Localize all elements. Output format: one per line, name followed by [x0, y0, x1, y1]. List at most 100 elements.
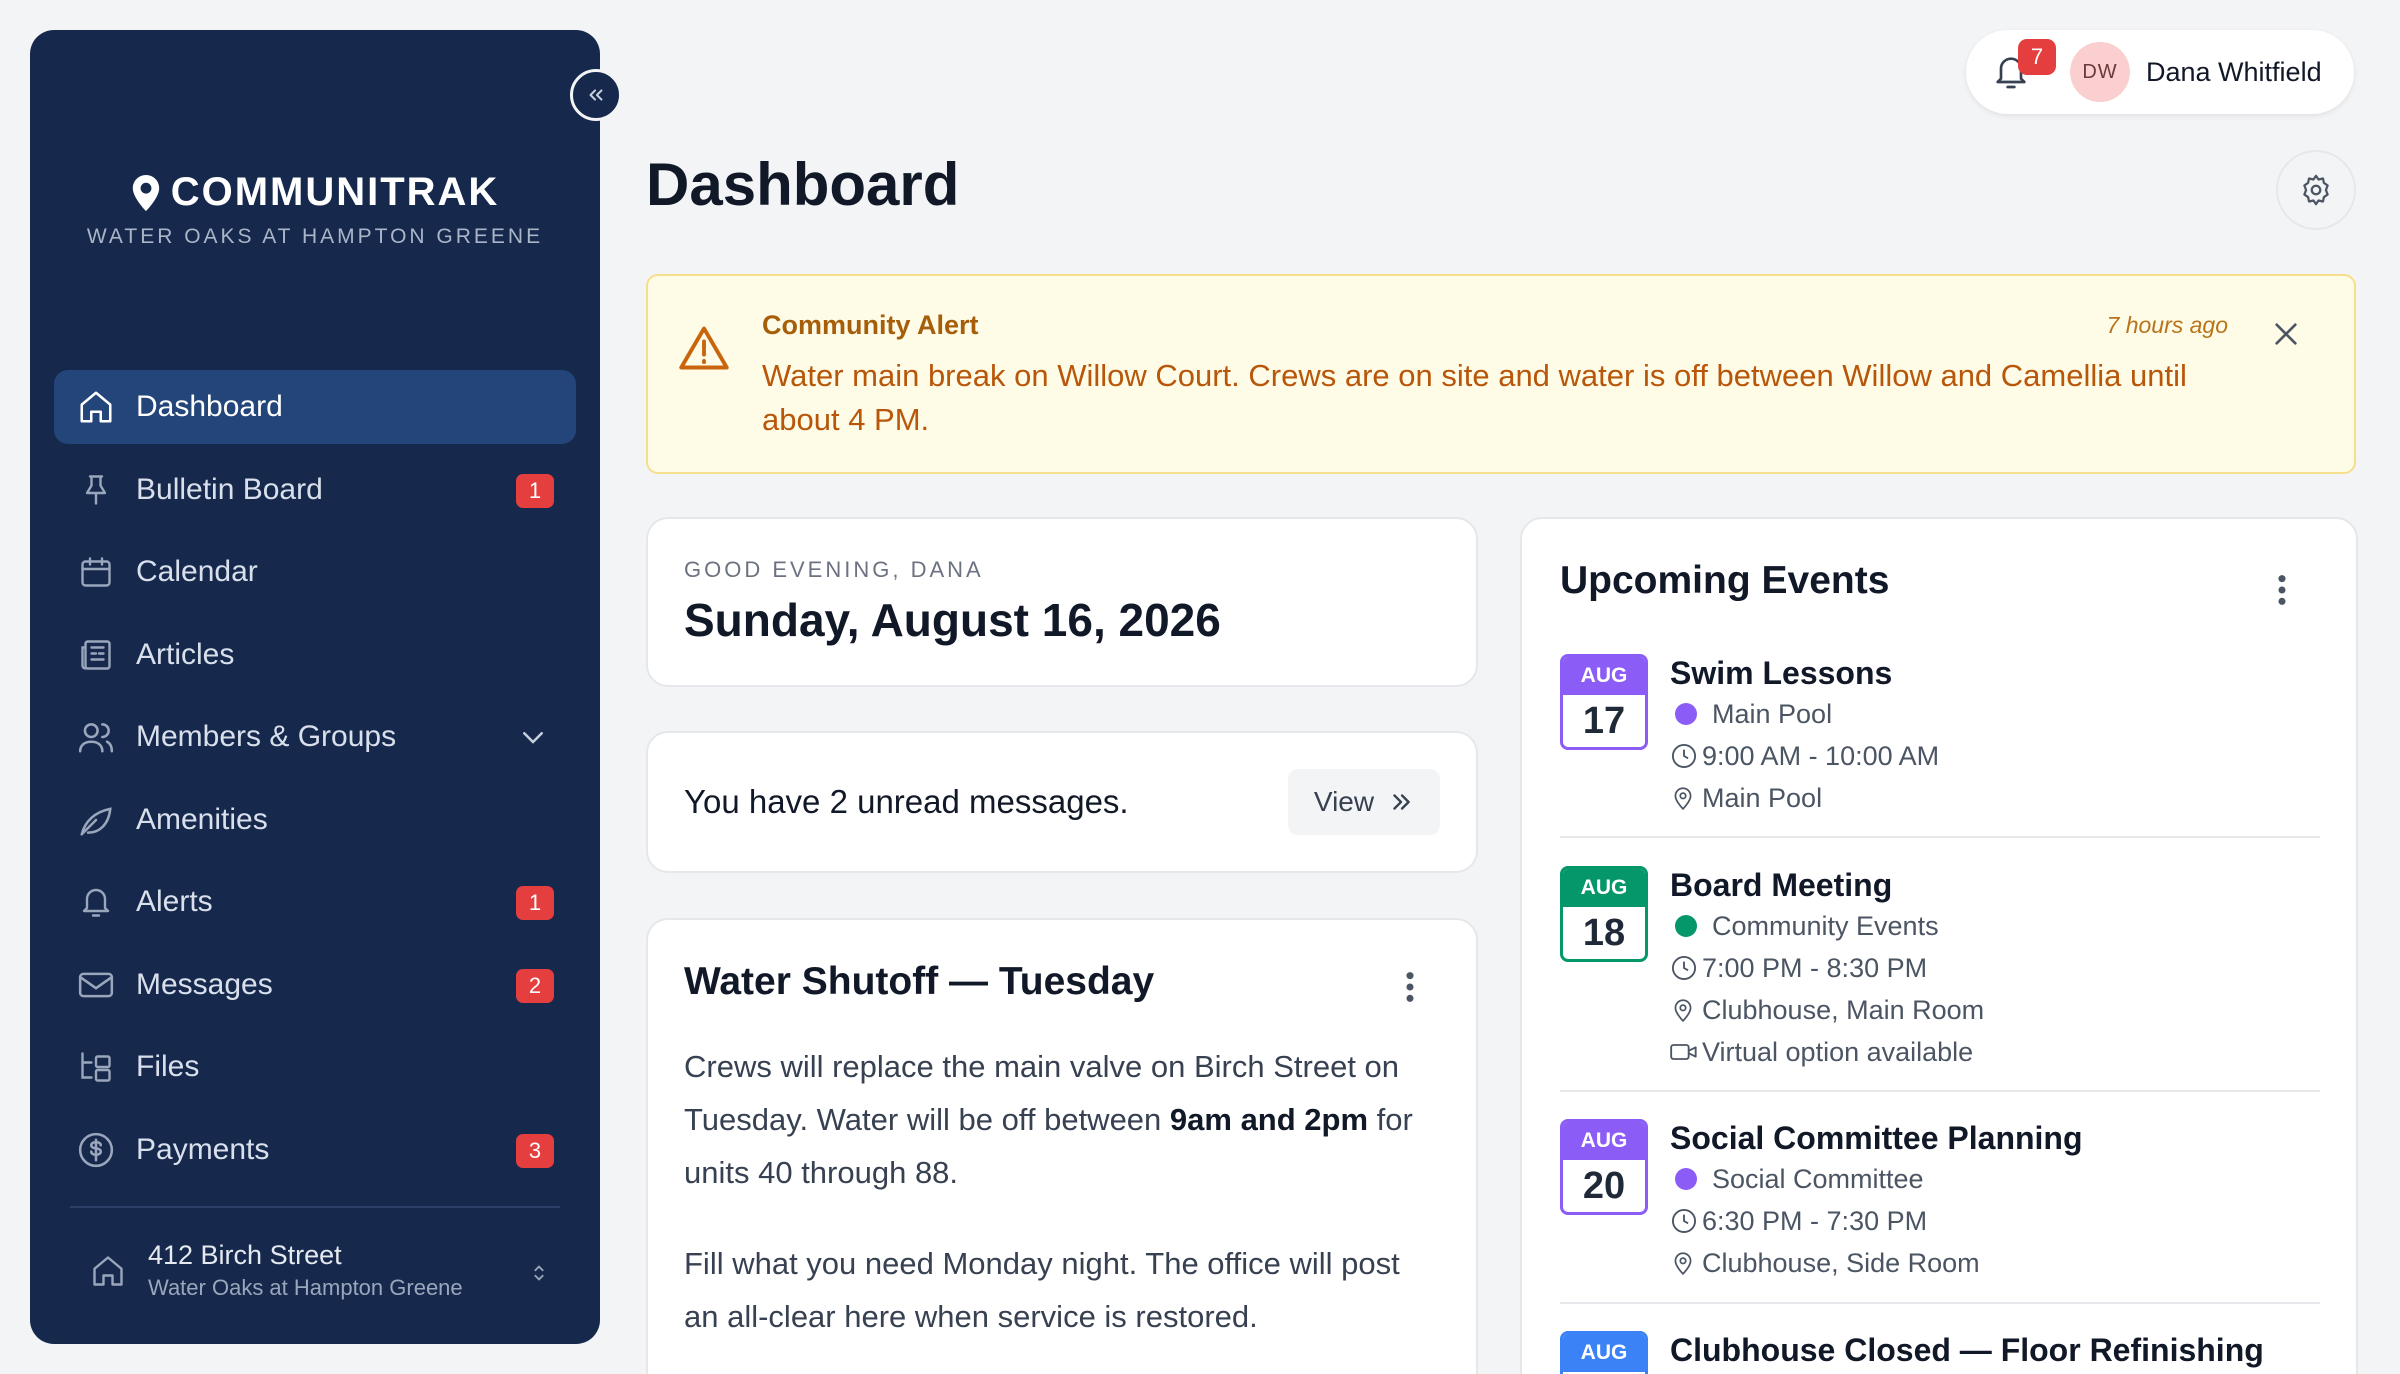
post-paragraph: Crews will replace the main valve on Bir… [684, 1040, 1440, 1199]
map-pin-icon [1670, 996, 1702, 1024]
address-community: Water Oaks at Hampton Greene [148, 1275, 463, 1300]
alert-time: 7 hours ago [2106, 312, 2228, 338]
sidebar-item-messages[interactable]: Messages 2 [54, 948, 576, 1022]
sidebar-item-alerts[interactable]: Alerts 1 [54, 865, 576, 939]
divider [1560, 1302, 2320, 1304]
sidebar-item-label: Members & Groups [136, 720, 397, 753]
category-dot [1675, 703, 1697, 725]
community-name: WATER OAKS AT HAMPTON GREENE [86, 225, 544, 248]
sidebar-item-label: Amenities [136, 802, 268, 836]
chevron-up-down-icon [528, 1260, 550, 1291]
event-title: Board Meeting [1670, 867, 1893, 903]
house-icon [90, 1253, 126, 1289]
map-pin-icon [132, 174, 159, 211]
event-category: Community Events [1712, 910, 1939, 941]
notification-count-badge: 7 [2018, 39, 2056, 75]
chevrons-right-icon [1393, 794, 1410, 810]
event-month: AUG [1563, 1122, 1645, 1160]
avatar[interactable]: DW [2070, 42, 2130, 102]
unread-messages-text: You have 2 unread messages. [684, 783, 1129, 820]
count-badge: 1 [516, 886, 554, 920]
post-paragraph: Fill what you need Monday night. The off… [684, 1246, 1400, 1334]
count-badge: 2 [516, 968, 554, 1003]
more-vertical-icon[interactable] [2276, 573, 2288, 612]
event-title: Swim Lessons [1670, 655, 1893, 691]
close-icon[interactable] [2270, 318, 2302, 355]
pin-icon [76, 470, 116, 510]
brand: COMMUNITRAK WATER OAKS AT HAMPTON GREENE [30, 170, 600, 249]
chevron-down-icon[interactable] [518, 722, 548, 760]
post-title: Water Shutoff — Tuesday [684, 960, 1155, 1003]
sidebar-item-files[interactable]: Files [54, 1030, 576, 1104]
post-text-bold: 9am and 2pm [1169, 1102, 1369, 1137]
newspaper-icon [76, 635, 116, 675]
user-menu[interactable]: 7 DW Dana Whitfield [1966, 30, 2354, 114]
clock-icon [1670, 954, 1702, 982]
sidebar-item-label: Calendar [136, 555, 258, 588]
sidebar-item-label: Articles [136, 637, 235, 671]
more-vertical-icon[interactable] [1404, 970, 1416, 1009]
divider [70, 1206, 560, 1208]
event-location: Clubhouse, Main Room [1702, 994, 1985, 1025]
event-location: Clubhouse, Side Room [1702, 1247, 1980, 1278]
sidebar-item-label: Messages [136, 967, 273, 1001]
leaf-icon [76, 800, 116, 840]
dollar-circle-icon [76, 1130, 116, 1170]
date-tile: AUG [1560, 1331, 1648, 1374]
event-location: Main Pool [1702, 782, 1823, 813]
clock-icon [1670, 742, 1702, 770]
date-tile: AUG 18 [1560, 866, 1648, 962]
page-title: Dashboard [646, 151, 960, 218]
bulletin-post-card: Water Shutoff — Tuesday Crews will repla… [646, 918, 1478, 1374]
alert-message: Water main break on Willow Court. Crews … [762, 358, 2187, 437]
sidebar-item-label: Files [136, 1050, 200, 1083]
event-category: Social Committee [1712, 1163, 1924, 1194]
event-day: 18 [1582, 911, 1626, 954]
mail-icon [76, 965, 116, 1005]
category-dot [1675, 915, 1697, 937]
calendar-icon [76, 552, 116, 592]
video-icon [1670, 1040, 1702, 1064]
divider [1560, 836, 2320, 838]
map-pin-icon [1670, 1249, 1702, 1277]
count-badge: 3 [516, 1133, 554, 1168]
sidebar-item-members-groups[interactable]: Members & Groups [54, 700, 576, 774]
sidebar-item-label: Alerts [136, 885, 213, 918]
divider [1560, 1090, 2320, 1092]
brand-logo[interactable]: COMMUNITRAK [30, 170, 600, 215]
event-time: 9:00 AM - 10:00 AM [1702, 740, 1940, 771]
sidebar-item-calendar[interactable]: Calendar [54, 535, 576, 609]
event-virtual: Virtual option available [1702, 1036, 1974, 1067]
sidebar-item-amenities[interactable]: Amenities [54, 783, 576, 857]
event-month: AUG [1563, 657, 1645, 695]
events-title: Upcoming Events [1560, 559, 1890, 602]
current-date: Sunday, August 16, 2026 [684, 594, 1221, 646]
event-time: 6:30 PM - 7:30 PM [1702, 1205, 1928, 1236]
address-switcher[interactable]: 412 Birch Street Water Oaks at Hampton G… [90, 1240, 550, 1301]
sidebar-item-payments[interactable]: Payments 3 [54, 1113, 576, 1187]
clock-icon [1670, 1207, 1702, 1235]
notifications-button[interactable]: 7 [1988, 39, 2056, 95]
view-messages-button[interactable]: View [1288, 769, 1440, 835]
sidebar-item-label: Dashboard [136, 390, 283, 423]
collapse-sidebar-button[interactable] [570, 69, 622, 121]
event-time: 7:00 PM - 8:30 PM [1702, 952, 1928, 983]
gear-icon [2303, 174, 2329, 206]
count-badge: 1 [516, 473, 554, 508]
sidebar-item-label: Bulletin Board [136, 472, 323, 506]
date-tile: AUG 17 [1560, 654, 1648, 750]
address-street: 412 Birch Street [148, 1240, 342, 1270]
sidebar-item-articles[interactable]: Articles [54, 618, 576, 692]
sidebar-item-bulletin-board[interactable]: Bulletin Board 1 [54, 453, 576, 527]
event-title: Social Committee Planning [1670, 1120, 2083, 1156]
user-name[interactable]: Dana Whitfield [2146, 57, 2322, 88]
sidebar-item-dashboard[interactable]: Dashboard [54, 370, 576, 444]
map-pin-icon [1670, 784, 1702, 812]
event-day: 20 [1582, 1164, 1626, 1207]
event-month: AUG [1563, 1334, 1645, 1372]
settings-button[interactable] [2276, 150, 2356, 230]
event-day: 17 [1582, 699, 1626, 742]
users-icon [76, 717, 116, 757]
sidebar-nav: Dashboard Bulletin Board 1 Calendar Arti… [54, 370, 576, 1195]
sidebar: COMMUNITRAK WATER OAKS AT HAMPTON GREENE… [30, 30, 622, 1344]
